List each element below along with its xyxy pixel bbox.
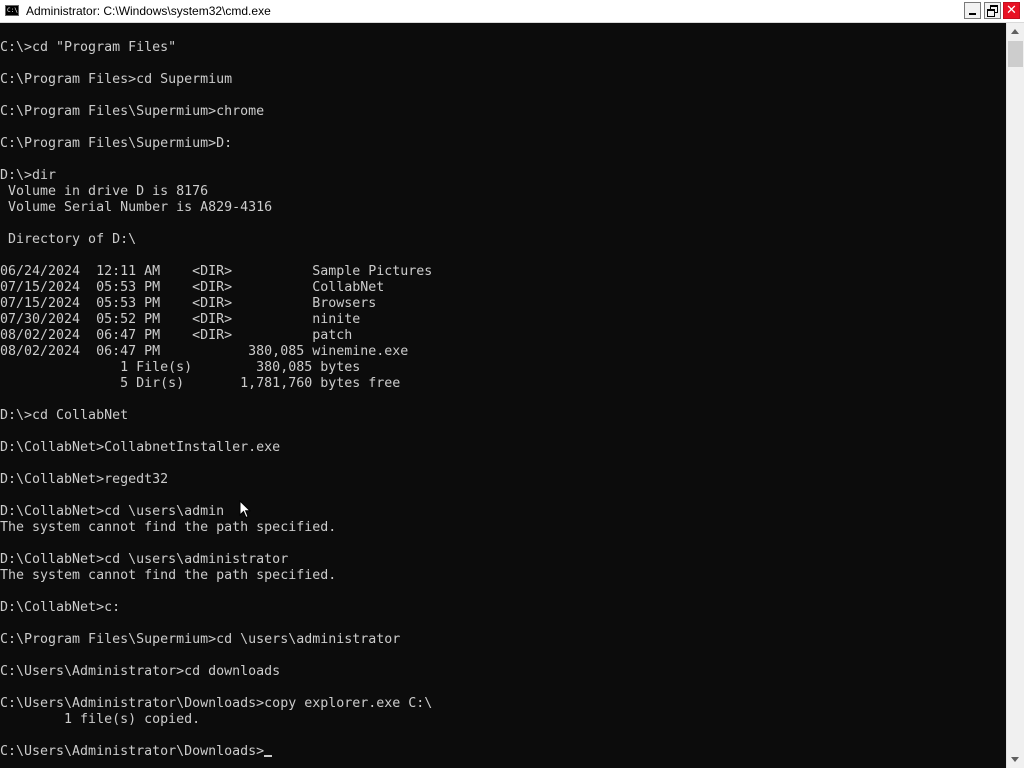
console-line: D:\>dir — [0, 168, 57, 183]
cmd-icon[interactable]: C:\ — [5, 5, 19, 16]
console-line: 1 file(s) copied. — [0, 712, 201, 727]
command-prompt: C:\Users\Administrator\Downloads> — [0, 744, 265, 759]
scroll-thumb[interactable] — [1008, 41, 1023, 67]
cmd-icon-text: C:\ — [7, 7, 18, 14]
restore-button[interactable] — [984, 2, 1001, 19]
cmd-window: C:\ Administrator: C:\Windows\system32\c… — [0, 0, 1024, 768]
console-text: C:\>cd "Program Files" C:\Program Files>c… — [0, 23, 1006, 760]
console-line: The system cannot find the path specifie… — [0, 520, 337, 535]
close-icon: ✕ — [1006, 3, 1017, 18]
console-line: D:\>cd CollabNet — [0, 408, 129, 423]
scroll-down-arrow-icon[interactable] — [1007, 751, 1024, 768]
console-line: 08/02/2024 06:47 PM 380,085 winemine.exe — [0, 344, 409, 359]
console-line: The system cannot find the path specifie… — [0, 568, 337, 583]
title-bar[interactable]: C:\ Administrator: C:\Windows\system32\c… — [0, 0, 1024, 23]
console-line: D:\CollabNet>cd \users\administrator — [0, 552, 289, 567]
console-line: C:\>cd "Program Files" — [0, 40, 177, 55]
console-line: C:\Program Files\Supermium>chrome — [0, 104, 265, 119]
minimize-button[interactable] — [964, 2, 981, 19]
console-line: 06/24/2024 12:11 AM <DIR> Sample Picture… — [0, 264, 433, 279]
window-title: Administrator: C:\Windows\system32\cmd.e… — [26, 4, 271, 18]
console-line: 07/30/2024 05:52 PM <DIR> ninite — [0, 312, 361, 327]
console-line: D:\CollabNet>cd \users\admin — [0, 504, 225, 519]
console-line: C:\Program Files\Supermium>cd \users\adm… — [0, 632, 401, 647]
text-cursor — [264, 755, 273, 757]
console-line: C:\Program Files>cd Supermium — [0, 72, 233, 87]
console-line: C:\Program Files\Supermium>D: — [0, 136, 233, 151]
console-line: C:\Users\Administrator>cd downloads — [0, 664, 281, 679]
vertical-scrollbar[interactable] — [1006, 23, 1024, 768]
mouse-pointer-icon — [239, 500, 251, 519]
console-line: 1 File(s) 380,085 bytes — [0, 360, 361, 375]
console-line: C:\Users\Administrator\Downloads>copy ex… — [0, 696, 433, 711]
restore-icon-back — [987, 9, 995, 17]
console-line: Directory of D:\ — [0, 232, 137, 247]
close-button[interactable]: ✕ — [1003, 2, 1020, 19]
console-line: D:\CollabNet>regedt32 — [0, 472, 169, 487]
console-line: 07/15/2024 05:53 PM <DIR> Browsers — [0, 296, 377, 311]
console-line: D:\CollabNet>c: — [0, 600, 121, 615]
console-output[interactable]: C:\>cd "Program Files" C:\Program Files>c… — [0, 23, 1006, 768]
console-line: D:\CollabNet>CollabnetInstaller.exe — [0, 440, 281, 455]
console-line: 5 Dir(s) 1,781,760 bytes free — [0, 376, 401, 391]
scroll-up-arrow-icon[interactable] — [1007, 23, 1024, 40]
console-line: 07/15/2024 05:53 PM <DIR> CollabNet — [0, 280, 385, 295]
console-prompt-line[interactable]: C:\Users\Administrator\Downloads> — [0, 744, 1006, 760]
console-line: Volume Serial Number is A829-4316 — [0, 200, 273, 215]
console-line: Volume in drive D is 8176 — [0, 184, 209, 199]
console-line: 08/02/2024 06:47 PM <DIR> patch — [0, 328, 353, 343]
